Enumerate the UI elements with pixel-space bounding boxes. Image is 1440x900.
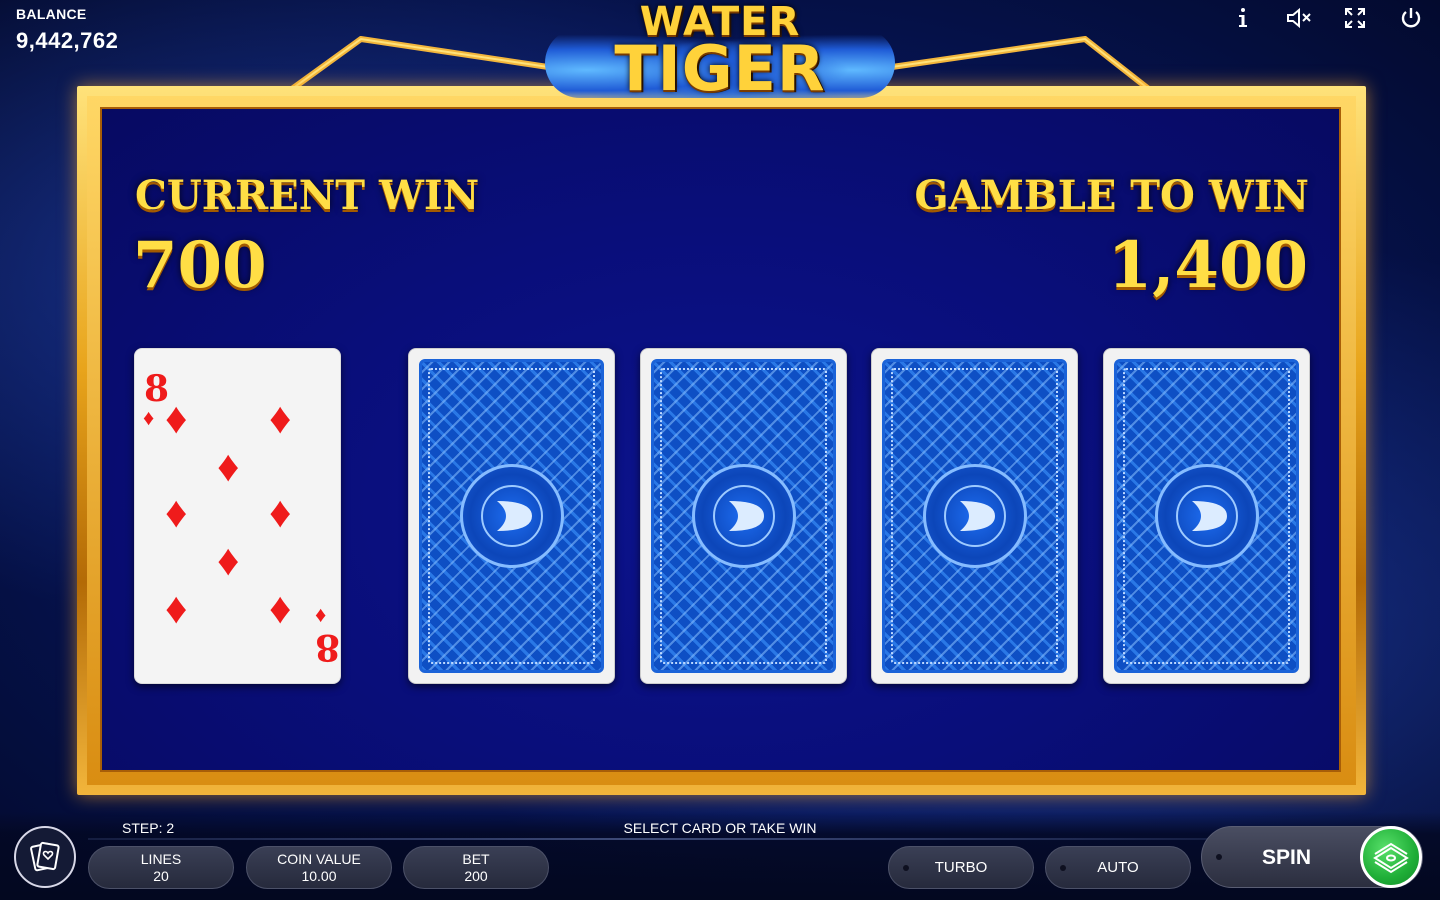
bottom-divider [88,838,1208,840]
take-win-button[interactable] [1360,826,1422,888]
turbo-indicator-dot [903,865,909,871]
spin-label: SPIN [1262,846,1312,869]
card-emblem-icon [922,464,1027,568]
auto-indicator-dot [1060,865,1066,871]
card-back-pattern [419,359,604,673]
diamond-pip-icon: ♦ [269,394,292,443]
balance-display: BALANCE 9,442,762 [16,6,118,54]
lines-value: 20 [153,867,169,884]
top-controls [1228,4,1426,32]
gamble-cards-button[interactable] [14,826,76,888]
diamond-pip-icon: ♦ [269,584,292,633]
sound-muted-icon[interactable] [1284,4,1314,32]
turbo-toggle[interactable]: TURBO [888,846,1034,889]
card-emblem-icon [459,464,564,568]
card-emblem-icon [1154,464,1259,568]
diamond-pip-icon: ♦ [217,442,240,491]
diamond-pip-icon: ♦ [165,394,188,443]
face-down-card-4[interactable] [1103,348,1310,684]
info-icon[interactable] [1228,4,1258,32]
auto-toggle[interactable]: AUTO [1045,846,1191,889]
power-icon[interactable] [1396,4,1426,32]
game-logo: WATER TIGER [545,0,895,102]
bet-selector[interactable]: BET 200 [403,846,549,889]
current-win-label: CURRENT WIN [135,172,480,219]
face-down-card-1[interactable] [408,348,615,684]
gamble-to-win-value: 1,400 [1107,228,1308,303]
card-rank-bottom: 8 [315,626,341,668]
bet-label: BET [462,850,490,867]
coin-value-label: COIN VALUE [277,850,361,867]
diamond-pip-icon: ♦ [269,488,292,537]
turbo-label: TURBO [934,859,988,876]
spin-indicator-dot [1216,854,1222,860]
diamond-suit-icon: ♦ [315,604,327,629]
dealer-card: 8 ♦ ♦ ♦ ♦ ♦ ♦ ♦ ♦ ♦ ♦ 8 [134,348,341,684]
coin-value-value: 10.00 [301,867,337,884]
lines-selector[interactable]: LINES 20 [88,846,234,889]
current-win-value: 700 [133,228,267,303]
card-back-pattern [651,359,836,673]
diamond-pip-icon: ♦ [217,536,240,585]
gamble-to-win-label: GAMBLE TO WIN [914,172,1309,219]
card-back-pattern [1114,359,1299,673]
cards-heart-icon [30,841,60,872]
lines-label: LINES [140,850,182,867]
balance-label: BALANCE [16,6,87,22]
card-back-pattern [882,359,1067,673]
logo-word-tiger: TIGER [614,32,826,105]
diamond-pip-icon: ♦ [165,488,188,537]
card-emblem-icon [691,464,796,568]
balance-value: 9,442,762 [16,28,119,53]
bet-value: 200 [464,867,488,884]
face-down-card-2[interactable] [640,348,847,684]
money-stack-icon [1373,842,1409,874]
diamond-suit-icon: ♦ [143,405,155,430]
coin-value-selector[interactable]: COIN VALUE 10.00 [246,846,392,889]
diamond-pip-icon: ♦ [165,584,188,633]
fullscreen-icon[interactable] [1340,4,1370,32]
face-down-card-3[interactable] [871,348,1078,684]
auto-label: AUTO [1097,859,1139,876]
